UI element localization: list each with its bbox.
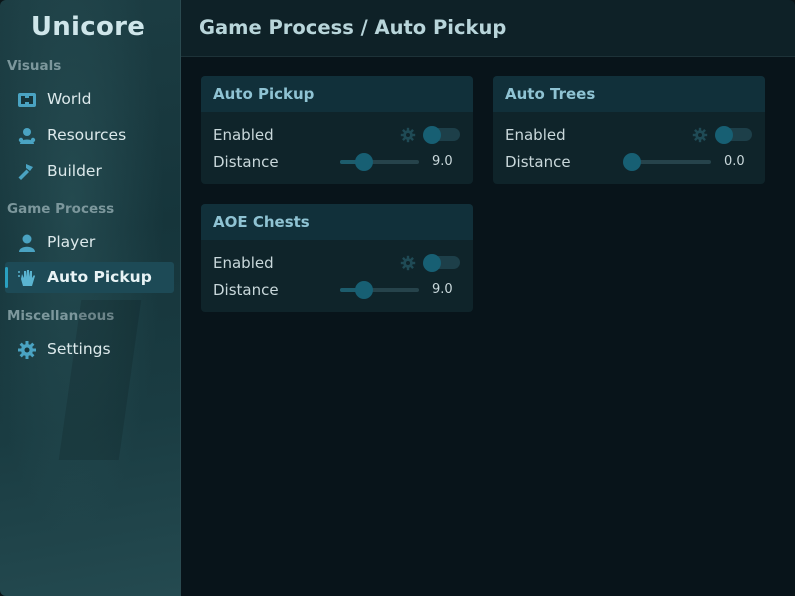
toggle-knob xyxy=(423,253,441,272)
sidebar-item-label: World xyxy=(47,90,92,108)
slider-thumb[interactable] xyxy=(623,153,641,171)
sidebar-item-builder[interactable]: Builder xyxy=(5,156,174,187)
card-title: AOE Chests xyxy=(213,213,310,231)
toggle-knob xyxy=(423,125,441,144)
section-game-process: Game Process xyxy=(7,201,115,217)
gear-icon[interactable] xyxy=(400,255,416,271)
card-header: Auto Trees xyxy=(493,76,765,112)
card-header: AOE Chests xyxy=(201,204,473,240)
enabled-label: Enabled xyxy=(213,254,274,272)
distance-value: 0.0 xyxy=(724,154,745,169)
enabled-label: Enabled xyxy=(505,126,566,144)
header: Game Process / Auto Pickup xyxy=(181,0,795,57)
hammer-icon xyxy=(18,164,33,180)
distance-label: Distance xyxy=(505,153,571,171)
card-aoe-chests: AOE Chests Enabled Distance 9.0 xyxy=(201,204,473,312)
sidebar-item-label: Resources xyxy=(47,126,127,144)
resources-icon xyxy=(18,128,36,144)
sidebar-item-label: Builder xyxy=(47,162,102,180)
sidebar-item-player[interactable]: Player xyxy=(5,227,174,258)
card-title: Auto Pickup xyxy=(213,85,315,103)
distance-slider[interactable] xyxy=(340,281,419,299)
sidebar-item-auto-pickup[interactable]: Auto Pickup xyxy=(5,262,174,293)
sidebar-item-label: Settings xyxy=(47,340,111,358)
sidebar: Unicore Visuals World Resources Builder … xyxy=(0,0,181,596)
sidebar-item-label: Player xyxy=(47,233,96,251)
sidebar-item-world[interactable]: World xyxy=(5,84,174,115)
page-title: Game Process / Auto Pickup xyxy=(199,16,507,39)
distance-value: 9.0 xyxy=(432,282,453,297)
sidebar-item-settings[interactable]: Settings xyxy=(5,334,174,365)
app-window: Unicore Visuals World Resources Builder … xyxy=(0,0,795,596)
gear-icon[interactable] xyxy=(692,127,708,143)
distance-slider[interactable] xyxy=(623,153,711,171)
gear-icon[interactable] xyxy=(400,127,416,143)
card-title: Auto Trees xyxy=(505,85,596,103)
section-miscellaneous: Miscellaneous xyxy=(7,308,115,324)
distance-label: Distance xyxy=(213,281,279,299)
brand-title: Unicore xyxy=(30,12,146,42)
card-header: Auto Pickup xyxy=(201,76,473,112)
sidebar-item-label: Auto Pickup xyxy=(47,268,152,286)
sidebar-item-resources[interactable]: Resources xyxy=(5,120,174,151)
distance-slider[interactable] xyxy=(340,153,419,171)
enabled-label: Enabled xyxy=(213,126,274,144)
enabled-toggle[interactable] xyxy=(423,125,460,144)
hand-icon xyxy=(18,270,35,286)
section-visuals: Visuals xyxy=(7,58,62,74)
enabled-toggle[interactable] xyxy=(715,125,752,144)
main-panel: Game Process / Auto Pickup Auto Pickup E… xyxy=(181,0,795,596)
card-auto-trees: Auto Trees Enabled Distance 0.0 xyxy=(493,76,765,184)
card-auto-pickup: Auto Pickup Enabled Distance 9.0 xyxy=(201,76,473,184)
slider-thumb[interactable] xyxy=(355,281,374,299)
distance-label: Distance xyxy=(213,153,279,171)
toggle-knob xyxy=(715,125,733,144)
person-icon xyxy=(19,234,35,252)
enabled-toggle[interactable] xyxy=(423,253,460,272)
map-icon xyxy=(18,93,36,107)
distance-value: 9.0 xyxy=(432,154,453,169)
slider-thumb[interactable] xyxy=(355,153,374,171)
gear-icon xyxy=(18,341,36,359)
